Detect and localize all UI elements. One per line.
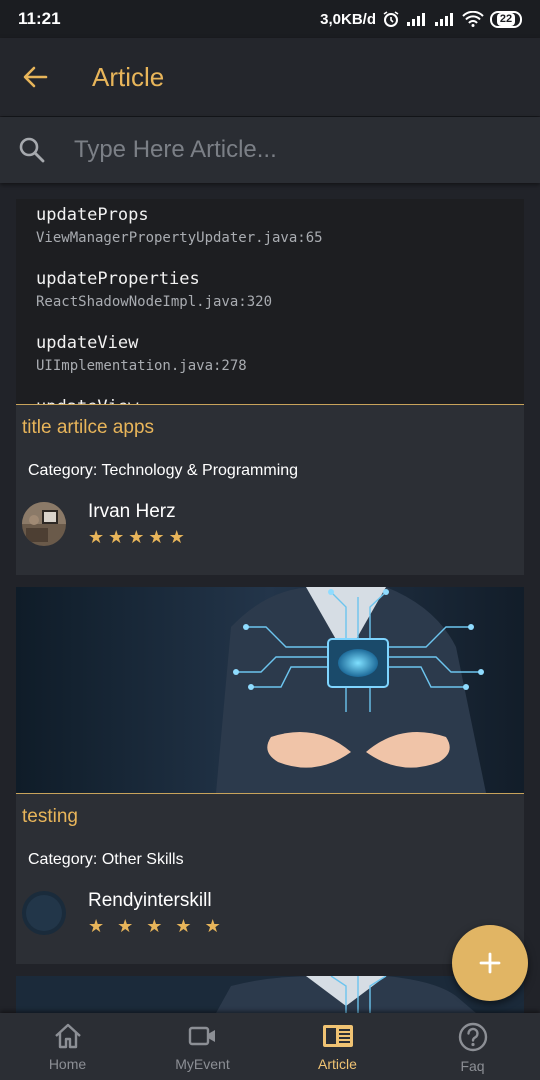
alarm-icon [383,11,399,27]
article-category: Category: Other Skills [28,851,184,868]
plus-icon [479,952,501,974]
battery-level: 22 [496,12,516,26]
stack-file: UIImplementation.java:278 [36,358,247,374]
nav-label: Home [48,1056,87,1072]
author-row: Rendyinterskill ★ ★ ★ ★ ★ [16,880,524,935]
rating-stars: ★ ★ ★ ★ ★ [88,528,185,546]
search-bar [0,117,540,183]
star-icon: ★ [175,916,192,936]
star-icon: ★ [88,527,105,547]
article-card[interactable] [16,976,524,1013]
article-title[interactable]: title artilce apps [16,405,524,451]
author-name: Irvan Herz [88,501,176,522]
stack-file: ReactShadowNodeImpl.java:320 [36,294,273,310]
battery-icon: 22 [490,10,522,28]
error-stack-image: updateProps ViewManagerPropertyUpdater.j… [16,199,524,404]
star-icon: ★ [204,916,221,936]
nav-label: Faq [460,1058,485,1074]
home-icon [54,1023,81,1049]
status-bar: 11:21 3,0KB/d 22 [0,0,540,38]
app-bar: Article [0,38,540,116]
nav-item-article[interactable]: Article [270,1013,405,1080]
video-camera-icon [188,1026,215,1046]
author-row: Irvan Herz ★ ★ ★ ★ ★ [16,491,524,546]
stack-method: updateProperties [36,269,200,289]
add-article-button[interactable] [452,925,528,1001]
star-icon: ★ [88,916,105,936]
search-input[interactable] [74,136,494,164]
star-icon: ★ [117,916,134,936]
help-icon [458,1022,487,1052]
article-image: updateProps ViewManagerPropertyUpdater.j… [16,199,524,405]
arrow-left-icon[interactable] [22,66,48,88]
status-icons: 3,0KB/d 22 [320,10,522,28]
nav-item-myevent[interactable]: MyEvent [135,1013,270,1080]
stack-method: updateView [36,395,504,404]
signal-icon-2 [435,13,453,26]
article-card[interactable]: updateProps ViewManagerPropertyUpdater.j… [16,199,524,575]
status-time: 11:21 [18,9,61,28]
star-icon: ★ [146,916,163,936]
star-icon: ★ [128,527,145,547]
article-icon [322,1025,353,1047]
author-name: Rendyinterskill [88,890,212,911]
nav-item-faq[interactable]: Faq [405,1013,540,1080]
nav-label: MyEvent [175,1056,230,1072]
article-title[interactable]: testing [16,794,524,840]
article-category: Category: Technology & Programming [28,462,299,479]
bottom-nav: Home MyEvent Article Faq [0,1013,540,1080]
signal-icon [407,13,425,26]
stack-entry: updateProperties ReactShadowNodeImpl.jav… [36,267,504,331]
search-icon[interactable] [18,136,46,164]
star-icon: ★ [148,527,165,547]
stack-entry: updateProps ViewManagerPropertyUpdater.j… [36,203,504,267]
stack-method: updateView [36,333,139,353]
page-title: Article [92,61,165,92]
stack-file: ViewManagerPropertyUpdater.java:65 [36,230,323,246]
stack-entry: updateView [36,395,504,404]
article-card[interactable]: testing Category: Other Skills Rendyinte… [16,587,524,964]
nav-item-home[interactable]: Home [0,1013,135,1080]
network-speed: 3,0KB/d [320,10,376,28]
avatar [22,501,66,546]
star-icon: ★ [168,527,185,547]
article-image [16,976,524,1013]
wifi-icon [462,11,484,27]
avatar [22,890,66,935]
nav-label: Article [318,1056,357,1072]
rating-stars: ★ ★ ★ ★ ★ [88,917,221,935]
star-icon: ★ [108,527,125,547]
stack-entry: updateView UIImplementation.java:278 [36,331,504,395]
article-image [16,587,524,794]
stack-method: updateProps [36,205,149,225]
